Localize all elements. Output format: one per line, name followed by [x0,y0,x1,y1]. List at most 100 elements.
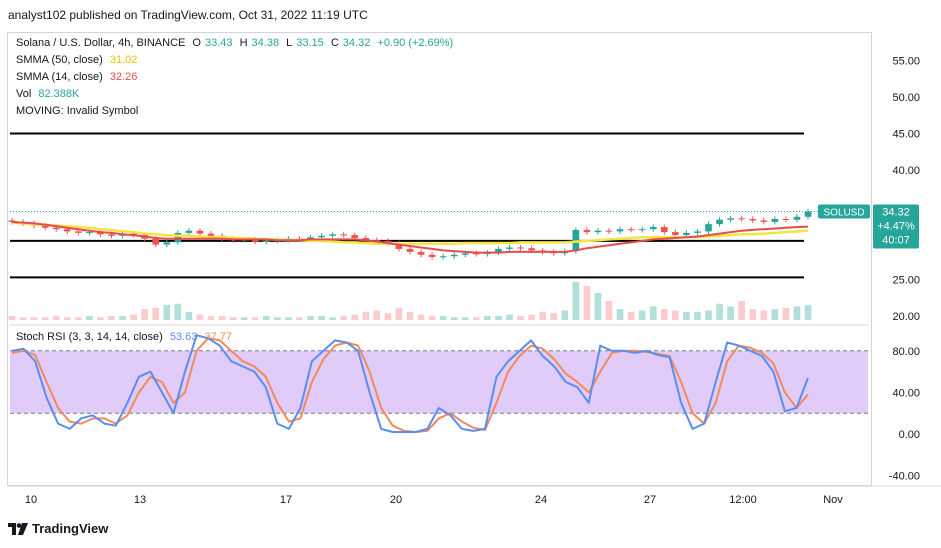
time-tick-label: 24 [535,494,547,506]
volume-bar [749,309,757,320]
candle-body [660,227,668,233]
volume-bar [605,301,613,320]
volume-value: 82.388K [38,88,80,100]
candle-body [594,230,602,233]
volume-bar [406,311,414,320]
candle-body [329,234,336,236]
candle-body [506,247,513,249]
candle-body [804,211,812,217]
price-tick-label: 50.00 [892,92,920,104]
candle-body [152,238,160,245]
candle-body [163,242,171,245]
candle-body [439,256,447,258]
volume-bar [318,315,325,320]
candle-body [196,230,204,234]
volume-bar [384,313,392,320]
stoch-rsi-tick-label: -40.00 [889,471,920,483]
volume-bar [638,310,646,320]
candle-body [760,220,768,222]
candle-body [683,232,690,236]
smma50-row: SMMA (50, close) 31.02 [16,52,457,69]
ohlc-high: H 34.38 [239,37,280,49]
volume-bar [174,303,182,320]
time-tick-label: Nov [823,494,843,506]
volume-bar [296,317,303,320]
candle-body [705,224,712,232]
volume-bar [329,317,336,320]
volume-bar [30,317,38,320]
volume-bar [373,310,381,320]
moving-row: MOVING: Invalid Symbol [16,103,457,120]
symbol-badge-text: SOLUSD [823,208,864,219]
volume-bar [694,311,701,320]
candle-body [727,218,734,220]
volume-bar [428,315,436,320]
volume-bar [340,315,347,320]
stoch-rsi-k-value: 53.63 [169,331,198,343]
candle-body [771,218,779,222]
price-badge-countdown: 40:07 [882,235,910,247]
candle-body [583,229,591,233]
volume-bar [240,317,248,320]
candle-body [782,218,790,220]
volume-bar [760,310,768,320]
candle-body [63,229,71,232]
volume-bar [152,307,160,320]
time-tick-label: 17 [280,494,292,506]
symbol-row: Solana / U.S. Dollar, 4h, BINANCE O 33.43… [16,35,457,52]
candle-body [428,254,436,257]
volume-bar [561,310,569,320]
candle-body [406,248,414,252]
volume-bar [539,311,546,320]
candle-body [108,234,115,236]
volume-bar [207,315,215,320]
volume-bar [616,309,624,320]
tradingview-brand: TradingView [32,521,109,536]
time-tick-label: 27 [644,494,656,506]
volume-bar [550,313,558,320]
candle-body [86,232,93,234]
volume-bar [218,315,226,320]
volume-bar [274,317,281,320]
volume-bar [417,314,425,320]
volume-bar [285,317,292,320]
volume-bar [262,315,270,320]
volume-bar [8,315,16,320]
volume-bar [804,305,812,320]
price-tick-label: 20.00 [892,311,920,323]
volume-bar [583,286,591,320]
time-tick-label: 12:00 [729,494,757,506]
ohlc-change: +0.90 (+2.69%) [377,37,454,49]
ohlc-low: L 33.15 [286,37,324,49]
tradingview-logo-icon [8,522,28,535]
symbol-title: Solana / U.S. Dollar, 4h, BINANCE [16,37,186,49]
smma14-label: SMMA (14, close) [16,71,103,83]
volume-bar [672,310,679,320]
volume-bar [130,314,137,320]
volume-bar [362,311,370,320]
volume-bar [52,315,60,320]
candle-body [185,230,193,233]
smma50-label: SMMA (50, close) [16,54,103,66]
tradingview-footer[interactable]: TradingView [8,521,108,536]
candle-body [417,251,425,255]
moving-label: MOVING: Invalid Symbol [16,105,139,117]
volume-bar [594,292,602,320]
candle-body [52,227,60,230]
candle-body [318,235,325,238]
volume-bar [395,307,403,320]
volume-label: Vol [16,88,32,100]
stoch-rsi-label: Stoch RSI (3, 3, 14, 14, close) [16,331,163,343]
volume-bar [649,306,657,320]
candle-body [207,233,215,236]
volume-bar [660,309,668,320]
candle-body [694,231,701,233]
volume-bar [439,315,447,320]
volume-bar [716,303,723,320]
volume-bar [461,317,469,320]
volume-bar [75,317,82,320]
volume-bar [229,317,237,320]
volume-bar [141,309,148,320]
candle-body [517,247,524,249]
volume-bar [251,317,259,320]
